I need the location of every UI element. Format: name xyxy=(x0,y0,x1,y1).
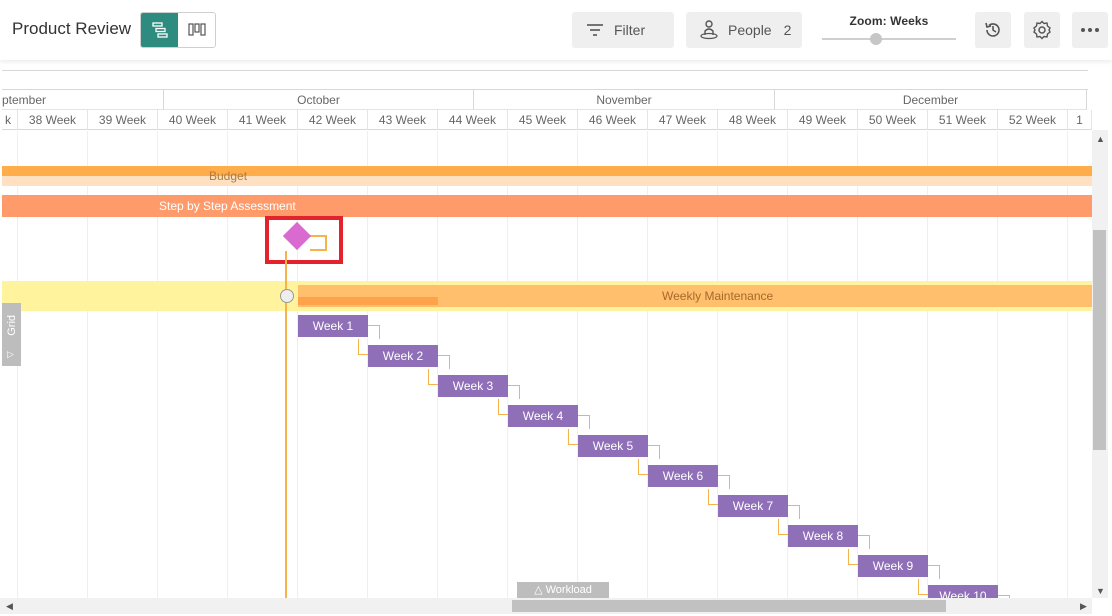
gear-icon xyxy=(1033,20,1051,40)
today-marker-line xyxy=(285,251,287,599)
week-cell: 40 Week xyxy=(158,110,228,130)
view-toggle xyxy=(140,12,216,48)
scroll-left-icon[interactable]: ◀ xyxy=(6,601,13,612)
settings-button[interactable] xyxy=(1024,12,1060,48)
task-bar[interactable]: Week 8 xyxy=(788,525,858,547)
dependency-link xyxy=(858,535,870,549)
task-bar[interactable]: Week 4 xyxy=(508,405,578,427)
dependency-link xyxy=(508,385,520,399)
week-cell: 46 Week xyxy=(578,110,648,130)
assessment-label: Step by Step Assessment xyxy=(159,199,296,213)
task-bar[interactable]: Week 1 xyxy=(298,315,368,337)
task-bar[interactable]: Week 9 xyxy=(858,555,928,577)
week-cell: 51 Week xyxy=(928,110,998,130)
gantt-view-icon xyxy=(151,22,168,38)
grid-tab-label: Grid xyxy=(6,315,18,336)
zoom-slider-thumb[interactable] xyxy=(870,33,882,45)
month-cell: December xyxy=(775,90,1087,110)
horizontal-scroll-thumb[interactable] xyxy=(512,600,946,612)
filter-label: Filter xyxy=(614,22,646,38)
week-cell: k xyxy=(2,110,18,130)
month-header: ptember October November December xyxy=(2,90,1092,110)
month-cell: October xyxy=(164,90,474,110)
gantt-view-button[interactable] xyxy=(141,13,178,47)
dependency-link xyxy=(368,325,380,339)
task-bar[interactable]: Week 5 xyxy=(578,435,648,457)
board-view-button[interactable] xyxy=(178,13,215,47)
task-bar[interactable]: Week 6 xyxy=(648,465,718,487)
project-title: Product Review xyxy=(12,19,132,38)
dependency-handle[interactable] xyxy=(280,289,294,303)
more-icon xyxy=(1081,28,1099,32)
week-cell: 43 Week xyxy=(368,110,438,130)
dependency-link xyxy=(928,565,940,579)
dependency-link xyxy=(788,505,800,519)
filter-icon xyxy=(586,23,604,37)
top-toolbar: Product Review Filter People 2 Zoom: Wee… xyxy=(0,0,1112,60)
zoom-control: Zoom: Weeks xyxy=(822,14,956,45)
expand-arrow-icon: ▷ xyxy=(7,349,14,359)
dependency-link xyxy=(718,475,730,489)
task-bar[interactable]: Week 7 xyxy=(718,495,788,517)
more-button[interactable] xyxy=(1072,12,1108,48)
board-view-icon xyxy=(187,23,206,36)
month-cell: November xyxy=(474,90,775,110)
milestone-dependency-link xyxy=(310,235,327,251)
week-header: k 38 Week 39 Week 40 Week 41 Week 42 Wee… xyxy=(2,110,1092,130)
task-bar[interactable]: Week 3 xyxy=(438,375,508,397)
people-icon xyxy=(700,20,718,40)
grid-panel-tab[interactable]: Grid ▷ xyxy=(2,303,21,366)
task-bar[interactable]: Week 10 xyxy=(928,585,998,599)
filter-button[interactable]: Filter xyxy=(572,12,674,48)
budget-label: Budget xyxy=(209,169,248,183)
people-label: People xyxy=(728,22,772,38)
week-cell: 41 Week xyxy=(228,110,298,130)
workload-panel-tab[interactable]: △ Workload xyxy=(517,582,609,598)
week-cell: 38 Week xyxy=(18,110,88,130)
dependency-link xyxy=(578,415,590,429)
gantt-chart: ptember October November December k 38 W… xyxy=(2,70,1112,616)
week-cell: 39 Week xyxy=(88,110,158,130)
scroll-right-icon[interactable]: ▶ xyxy=(1080,601,1087,612)
budget-progress-bg xyxy=(2,176,1092,186)
week-cell: 44 Week xyxy=(438,110,508,130)
dependency-link xyxy=(648,445,660,459)
week-cell: 1 xyxy=(1068,110,1092,130)
dependency-link xyxy=(438,355,450,369)
month-cell: ptember xyxy=(2,90,164,110)
task-bar[interactable]: Week 2 xyxy=(368,345,438,367)
week-cell: 48 Week xyxy=(718,110,788,130)
gantt-body: Budget Step by Step Assessment Weekly Ma… xyxy=(2,131,1092,599)
week-cell: 47 Week xyxy=(648,110,718,130)
week-cell: 50 Week xyxy=(858,110,928,130)
workload-tab-label: Workload xyxy=(545,584,592,596)
budget-bar[interactable] xyxy=(2,166,1092,176)
vertical-scroll-thumb[interactable] xyxy=(1093,230,1106,450)
maintenance-label: Weekly Maintenance xyxy=(662,289,774,303)
history-icon xyxy=(985,22,1000,37)
people-button[interactable]: People 2 xyxy=(686,12,802,48)
people-count: 2 xyxy=(783,22,792,38)
history-button[interactable] xyxy=(975,12,1011,48)
week-cell: 52 Week xyxy=(998,110,1068,130)
zoom-label: Zoom: Weeks xyxy=(849,14,929,28)
week-cell: 45 Week xyxy=(508,110,578,130)
scroll-up-icon[interactable]: ▲ xyxy=(1096,134,1105,144)
zoom-slider-track[interactable] xyxy=(822,38,956,40)
week-cell: 49 Week xyxy=(788,110,858,130)
scroll-down-icon[interactable]: ▼ xyxy=(1096,586,1105,596)
week-cell: 42 Week xyxy=(298,110,368,130)
expand-arrow-icon: △ xyxy=(534,584,543,596)
timeline-top-header xyxy=(2,70,1088,90)
maintenance-progress xyxy=(298,297,438,305)
